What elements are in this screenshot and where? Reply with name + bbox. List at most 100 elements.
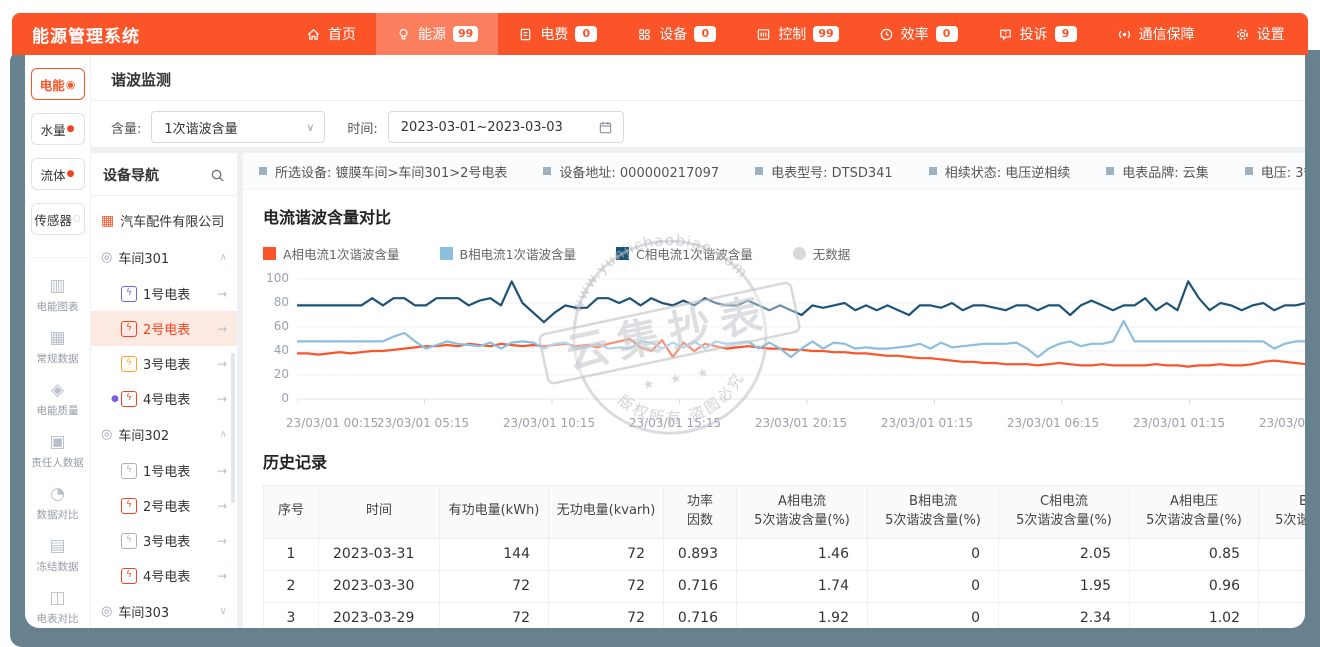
tree-company[interactable]: ▦ 汽车配件有限公司 <box>91 202 237 239</box>
table-row[interactable]: 12023-03-31144720.8931.4602.050.850 <box>264 538 1306 570</box>
device-info-bar: 所选设备: 镀膜车间>车间301>2号电表设备地址: 000000217097电… <box>243 153 1305 190</box>
rail-tool-数据对比[interactable]: ◔数据对比 <box>37 486 79 522</box>
tree-meter-车间301-3号电表[interactable]: ϟ3号电表→ <box>91 346 237 381</box>
arrow-right-icon[interactable]: → <box>217 357 227 371</box>
date-range-input[interactable]: 2023-03-01~2023-03-03 <box>388 111 624 143</box>
nav-item-1[interactable]: 首页 <box>286 13 376 55</box>
category-button-传感器[interactable]: 传感器○ <box>31 203 85 235</box>
frozen-doc-icon: ▤ <box>49 538 65 555</box>
legend-item-无数据[interactable]: 无数据 <box>793 244 851 263</box>
rail-tool-电能质量[interactable]: ◈电能质量 <box>37 382 79 418</box>
arrow-right-icon[interactable]: → <box>217 569 227 583</box>
tree-group-车间301[interactable]: ◎车间301∧ <box>91 239 237 276</box>
rail-tool-label: 常规数据 <box>37 351 79 366</box>
device-nav-scrollbar[interactable] <box>231 353 235 503</box>
left-rail: 电能◉ 水量● 流体● 传感器○ ▥电能图表 ▦ 常规数据 ◈电能质量 ▣责任人数据 ◔数据对比… <box>25 55 91 628</box>
history-column-header: C相电流 5次谐波含量(%) <box>999 486 1130 539</box>
building-icon: ▦ <box>101 213 114 229</box>
table-cell: 1.46 <box>737 538 868 570</box>
meter-label: 1号电表 <box>143 461 190 480</box>
rail-tool-电能图表[interactable]: ▥电能图表 <box>37 278 79 314</box>
table-row[interactable]: 22023-03-3072720.7161.7401.950.960 <box>264 570 1306 602</box>
info-item-6: 电压: 3*220V <box>1245 162 1305 181</box>
rail-tool-冻结数据[interactable]: ▤冻结数据 <box>37 538 79 574</box>
tree-meter-车间302-1号电表[interactable]: ϟ 1号电表 → <box>91 453 237 488</box>
legend-label: C相电流1次谐波含量 <box>636 244 753 263</box>
arrow-right-icon[interactable]: → <box>217 534 227 548</box>
table-cell: 1.95 <box>999 570 1130 602</box>
nav-item-2[interactable]: 能源99 <box>376 13 498 55</box>
x-tick-label: 23/03/01 15:15 <box>629 416 721 430</box>
nav-item-6[interactable]: 效率0 <box>859 13 978 55</box>
search-icon[interactable] <box>210 168 225 183</box>
legend-item-B相电流1次谐波含量[interactable]: B相电流1次谐波含量 <box>440 244 577 263</box>
rail-tool-常规数据[interactable]: ▦ 常规数据 <box>37 330 79 366</box>
arrow-right-icon[interactable]: → <box>217 322 227 336</box>
nav-item-9[interactable]: 设置 <box>1215 13 1305 55</box>
meter-icon: ϟ <box>121 286 137 302</box>
bullet-square-icon <box>1106 167 1114 175</box>
history-column-header: 无功电量(kvarh) <box>549 486 664 539</box>
tree-group-车间302[interactable]: ◎车间302∧ <box>91 416 237 453</box>
tree-meter-车间301-1号电表[interactable]: ϟ1号电表→ <box>91 276 237 311</box>
tree-meter-车间302-4号电表[interactable]: ϟ4号电表→ <box>91 558 237 593</box>
legend-item-A相电流1次谐波含量[interactable]: A相电流1次谐波含量 <box>263 244 400 263</box>
nav-item-label: 通信保障 <box>1139 24 1195 44</box>
history-column-header: 时间 <box>319 486 440 539</box>
history-title: 历史记录 <box>263 449 1305 473</box>
legend-label: B相电流1次谐波含量 <box>460 244 577 263</box>
arrow-right-icon[interactable]: → <box>217 287 227 301</box>
history-column-header: 有功电量(kWh) <box>440 486 549 539</box>
top-navbar: 能源管理系统 首页能源99电费0设备0控制99效率0?投诉9通信保障设置 <box>12 13 1308 55</box>
broadcast-icon <box>1117 27 1132 42</box>
meter-compare-icon: ◫ <box>49 590 65 607</box>
legend-swatch <box>263 247 276 260</box>
history-table: 序号时间有功电量(kWh)无功电量(kvarh)功率 因数A相电流 5次谐波含量… <box>263 485 1305 628</box>
tree-meter-车间302-2号电表[interactable]: ϟ2号电表→ <box>91 488 237 523</box>
category-button-流体[interactable]: 流体● <box>31 158 85 190</box>
devices-icon <box>637 27 652 42</box>
navbar-menu: 首页能源99电费0设备0控制99效率0?投诉9通信保障设置 <box>286 13 1305 55</box>
page-header: 谐波监测 含量: 1次谐波含量 ∨ 时间: 2023-03-01~2023-03… <box>91 55 1305 147</box>
company-label: 汽车配件有限公司 <box>120 211 227 230</box>
nav-item-3[interactable]: 电费 0 <box>498 13 617 55</box>
nav-item-label: 设置 <box>1257 24 1285 44</box>
clock-icon <box>879 27 894 42</box>
info-item-5: 电表品牌: 云集 <box>1106 162 1209 181</box>
arrow-right-icon[interactable]: → <box>217 499 227 513</box>
legend-item-C相电流1次谐波含量[interactable]: C相电流1次谐波含量 <box>616 244 753 263</box>
table-cell: 0.716 <box>664 602 737 628</box>
table-cell: 0.716 <box>664 570 737 602</box>
complaint-icon: ? <box>998 27 1013 42</box>
arrow-right-icon[interactable]: → <box>217 464 227 478</box>
content-select[interactable]: 1次谐波含量 ∨ <box>151 111 325 143</box>
tree-group-车间303[interactable]: ◎车间303∨ <box>91 593 237 628</box>
bullet-square-icon <box>1245 167 1253 175</box>
meter-icon: ϟ <box>121 498 137 514</box>
table-cell: 0 <box>1259 538 1306 570</box>
nav-item-8[interactable]: 通信保障 <box>1097 13 1215 55</box>
tree-meter-车间302-3号电表[interactable]: ϟ3号电表→ <box>91 523 237 558</box>
rail-tool-责任人数据[interactable]: ▣责任人数据 <box>31 434 84 470</box>
table-cell: 72 <box>549 538 664 570</box>
nav-item-4[interactable]: 设备0 <box>617 13 736 55</box>
table-cell: 2.05 <box>999 538 1130 570</box>
table-row[interactable]: 32023-03-2972720.7161.9202.341.020 <box>264 602 1306 628</box>
nav-item-badge: 0 <box>575 26 597 42</box>
rail-tool-电表对比[interactable]: ◫电表对比 <box>37 590 79 626</box>
category-button-电能[interactable]: 电能◉ <box>31 68 85 100</box>
arrow-right-icon[interactable]: → <box>217 392 227 406</box>
meter-icon: ϟ <box>121 463 137 479</box>
category-button-水量[interactable]: 水量● <box>31 113 85 145</box>
tree-meter-车间301-4号电表[interactable]: ●ϟ4号电表→ <box>91 381 237 416</box>
chart-plot <box>297 273 1305 413</box>
nav-item-badge: 0 <box>694 26 716 42</box>
x-tick-label: 23/03/01 20:15 <box>755 416 847 430</box>
category-label: 电能 <box>40 75 65 94</box>
nav-item-7[interactable]: ?投诉9 <box>978 13 1097 55</box>
nav-item-label: 电费 <box>540 24 568 44</box>
data-card-icon: ▦ <box>49 330 65 347</box>
nav-item-5[interactable]: 控制99 <box>736 13 858 55</box>
tree-meter-车间301-2号电表[interactable]: ϟ2号电表→ <box>91 311 237 346</box>
table-cell: 1.92 <box>737 602 868 628</box>
